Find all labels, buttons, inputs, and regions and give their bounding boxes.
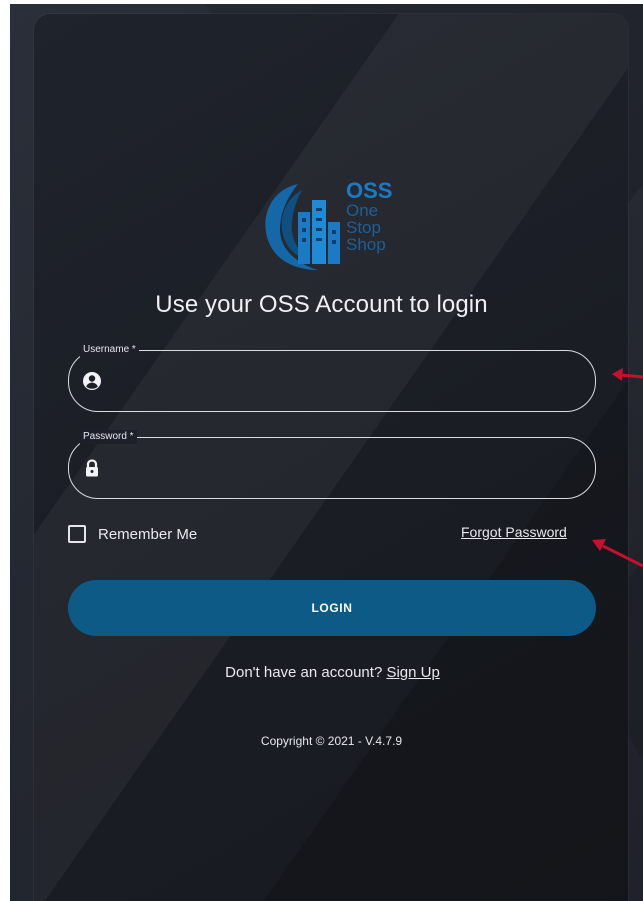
username-label: Username * xyxy=(80,343,139,357)
logo-line-stop: Stop xyxy=(346,218,381,237)
user-icon xyxy=(83,372,101,390)
lock-icon xyxy=(86,459,98,477)
username-field[interactable]: Username * xyxy=(68,343,596,412)
copyright-text: Copyright © 2021 - V.4.7.9 xyxy=(260,734,403,748)
login-page: OSS One Stop Shop Use your OSS Account t… xyxy=(0,0,643,901)
remember-me-label: Remember Me xyxy=(98,525,198,543)
remember-me[interactable]: Remember Me xyxy=(68,524,197,544)
signup-prompt: Don't have an account? xyxy=(225,664,383,681)
password-input[interactable] xyxy=(113,454,571,484)
password-field[interactable]: Password * xyxy=(68,430,596,499)
login-title: Use your OSS Account to login xyxy=(155,291,488,318)
login-button[interactable]: LOGIN xyxy=(68,580,596,636)
signup-link[interactable]: Sign Up xyxy=(386,664,439,681)
password-label: Password * xyxy=(80,430,137,444)
remember-me-checkbox[interactable] xyxy=(68,525,86,543)
logo-wordmark: OSS One Stop Shop xyxy=(346,178,393,254)
signup-line: Don't have an account? Sign Up xyxy=(0,664,643,681)
annotation-arrow-icon xyxy=(592,539,643,568)
username-input[interactable] xyxy=(113,367,571,397)
logo-line-one: One xyxy=(346,201,379,220)
logo-line-oss: OSS xyxy=(346,178,393,203)
forgot-password-link[interactable]: Forgot Password xyxy=(461,524,567,540)
annotation-arrow-icon xyxy=(612,368,643,381)
logo-line-shop: Shop xyxy=(346,235,386,254)
